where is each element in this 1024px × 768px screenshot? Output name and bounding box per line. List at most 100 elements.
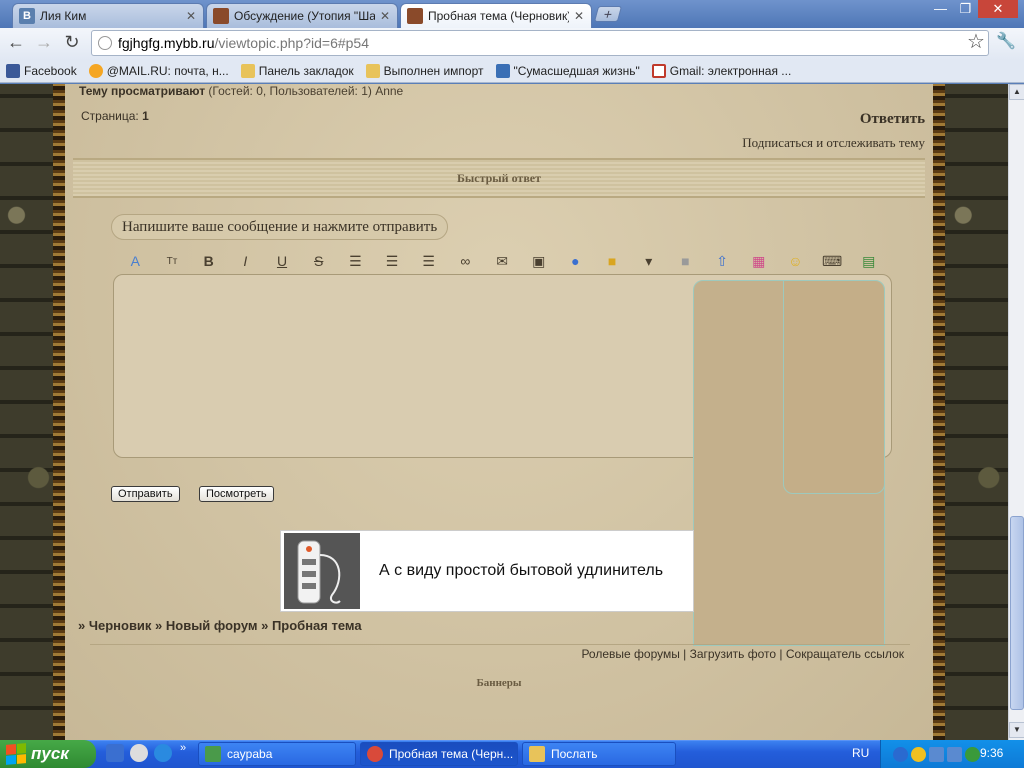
send-button[interactable]: Отправить (111, 486, 180, 502)
tab-3-active[interactable]: Пробная тема (Черновик) ✕ (400, 3, 592, 28)
tab-label: Лия Ким (40, 9, 87, 23)
underline-icon[interactable]: U (264, 251, 301, 271)
video-icon[interactable]: ● (557, 251, 594, 271)
close-icon[interactable]: ✕ (185, 9, 197, 23)
attach-icon[interactable]: ▤ (850, 251, 887, 271)
task-label: Пробная тема (Черн... (389, 747, 514, 761)
font-size-icon[interactable]: Tт (154, 251, 191, 271)
ad-text: А с виду простой бытовой удлинитель (379, 562, 664, 579)
subscribe-link[interactable]: Подписаться и отслеживать тему (742, 135, 925, 151)
bookmark-folder-panel[interactable]: Панель закладок (240, 64, 354, 78)
page-scrollbar[interactable]: ▲ ▼ (1008, 84, 1024, 740)
start-label: пуск (31, 744, 69, 763)
page-number: 1 (142, 109, 149, 123)
antivirus-icon[interactable] (965, 746, 980, 762)
close-window-button[interactable]: ✕ (978, 0, 1018, 18)
network-icon[interactable] (929, 746, 944, 762)
mailru-icon (88, 64, 103, 78)
tab-2[interactable]: Обсуждение (Утопия "Шанс ✕ (206, 3, 398, 28)
tab-1[interactable]: B Лия Ким ✕ (12, 3, 204, 28)
table-icon[interactable]: ■ (667, 251, 704, 271)
folder-icon (529, 746, 545, 762)
italic-icon[interactable]: I (227, 251, 264, 271)
preview-button[interactable]: Посмотреть (199, 486, 274, 502)
close-icon[interactable]: ✕ (379, 9, 391, 23)
language-indicator[interactable]: RU (852, 746, 869, 760)
email-icon[interactable]: ✉ (484, 251, 521, 271)
forum-avatar-icon (407, 8, 423, 24)
quicklaunch-more[interactable]: » (180, 742, 186, 754)
smiley-icon[interactable]: ☺ (777, 251, 814, 271)
quote-icon[interactable]: ▾ (630, 251, 667, 271)
tray-expand-icon[interactable] (893, 746, 908, 762)
app-icon (205, 746, 221, 762)
bookmark-crazy-life[interactable]: "Сумасшедшая жизнь" (495, 64, 640, 78)
task-folder[interactable]: Послать (522, 742, 676, 766)
breadcrumb[interactable]: » Черновик » Новый форум » Пробная тема (78, 618, 362, 633)
gmail-icon (651, 64, 666, 78)
chrome-icon (367, 746, 383, 762)
extension-cord-image (284, 533, 360, 609)
forum-content: Тему просматривают (Гостей: 0, Пользоват… (65, 84, 933, 740)
wrench-icon[interactable]: 🔧 (994, 30, 1018, 54)
ornament-border-left (53, 84, 65, 740)
keyboard-icon[interactable]: ⌨ (814, 251, 851, 271)
smiley-tray-icon[interactable] (911, 746, 926, 762)
bookmark-facebook[interactable]: Facebook (6, 64, 77, 78)
address-bar[interactable]: fgjhgfg.mybb.ru/viewtopic.php?id=6#p54 (91, 30, 989, 56)
bookmark-star-icon[interactable]: ☆ (964, 30, 988, 54)
stone-wall-right (944, 84, 1008, 740)
back-button[interactable]: ← (4, 30, 28, 54)
bookmarks-bar: Facebook @MAIL.RU: почта, н... Панель за… (0, 60, 1024, 83)
bookmark-mailru[interactable]: @MAIL.RU: почта, н... (88, 64, 229, 78)
network-icon-2[interactable] (947, 746, 962, 762)
strikethrough-icon[interactable]: S (300, 251, 337, 271)
bookmark-label: Gmail: электронная ... (669, 64, 792, 78)
page-viewport: Тему просматривают (Гостей: 0, Пользоват… (0, 84, 1008, 740)
folder-icon (365, 64, 380, 78)
align-left-icon[interactable]: ☰ (337, 251, 374, 271)
bookmark-label: @MAIL.RU: почта, н... (106, 64, 229, 78)
footer-links[interactable]: Ролевые форумы | Загрузить фото | Сокращ… (581, 647, 904, 661)
scrollbar-thumb[interactable] (1010, 516, 1024, 710)
align-center-icon[interactable]: ☰ (374, 251, 411, 271)
editor-toolbar: A Tт B I U S ☰ ☰ ☰ ∞ ✉ ▣ ● ■ ▾ ■ ⇧ ▦ ☺ ⌨ ▤ (117, 250, 887, 272)
new-tab-button[interactable]: + (593, 6, 623, 22)
scroll-down-icon[interactable]: ▼ (1009, 722, 1024, 738)
facebook-icon (6, 64, 20, 78)
bookmark-label: Facebook (24, 64, 77, 78)
image-icon[interactable]: ▣ (520, 251, 557, 271)
align-right-icon[interactable]: ☰ (410, 251, 447, 271)
url-path: /viewtopic.php?id=6#p54 (214, 35, 370, 51)
internet-explorer-icon[interactable] (154, 744, 172, 762)
ie-settings-icon[interactable] (106, 744, 124, 762)
start-button[interactable]: пуск (0, 740, 96, 768)
restore-button[interactable]: ❐ (953, 0, 978, 18)
page-info-icon[interactable] (98, 36, 112, 50)
task-label: caypaba (227, 747, 273, 761)
bookmark-label: Выполнен импорт (383, 64, 484, 78)
ad-banner[interactable]: А с виду простой бытовой удлинитель (280, 530, 694, 612)
forward-button[interactable]: → (32, 30, 56, 54)
bookmark-gmail[interactable]: Gmail: электронная ... (651, 64, 792, 78)
bookmark-folder-import[interactable]: Выполнен импорт (365, 64, 484, 78)
link-icon[interactable]: ∞ (447, 251, 484, 271)
ornament-border-right (933, 84, 945, 740)
close-icon[interactable]: ✕ (573, 9, 585, 23)
media-player-icon[interactable] (130, 744, 148, 762)
windows-flag-icon (6, 743, 26, 765)
task-chrome[interactable]: Пробная тема (Черн... (360, 742, 518, 766)
reply-link[interactable]: Ответить (860, 111, 925, 128)
hide-icon[interactable]: ■ (594, 251, 631, 271)
reload-button[interactable]: ↻ (60, 30, 84, 54)
bookmark-label: Панель закладок (258, 64, 354, 78)
minimize-button[interactable]: — (928, 0, 953, 18)
forum-avatar-icon (213, 8, 229, 24)
folder-icon (240, 64, 255, 78)
font-color-icon[interactable]: A (117, 251, 154, 271)
palette-icon[interactable]: ▦ (740, 251, 777, 271)
scroll-up-icon[interactable]: ▲ (1009, 84, 1024, 100)
upload-icon[interactable]: ⇧ (704, 251, 741, 271)
bold-icon[interactable]: B (190, 251, 227, 271)
task-caypaba[interactable]: caypaba (198, 742, 356, 766)
